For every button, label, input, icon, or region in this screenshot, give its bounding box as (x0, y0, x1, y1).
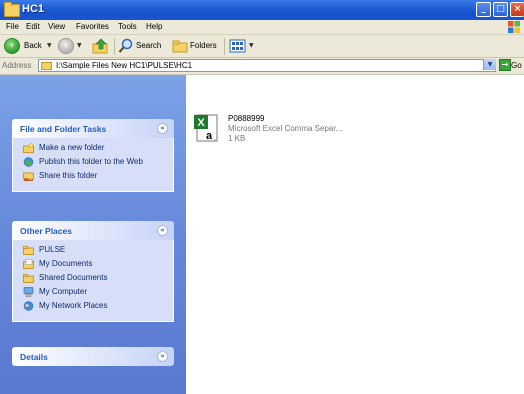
search-button[interactable]: Search (118, 38, 168, 54)
menu-favorites[interactable]: Favorites (76, 22, 109, 31)
address-input[interactable]: I:\Sample Files New HC1\PULSE\HC1 (38, 59, 496, 72)
details-panel: Details » (12, 347, 174, 366)
windows-logo-icon (508, 21, 520, 33)
up-folder-icon (92, 38, 108, 54)
back-button[interactable]: ‹ Back ▼ (4, 38, 54, 54)
place-label: My Documents (39, 259, 93, 268)
place-label: My Computer (39, 287, 88, 296)
task-make-new-folder[interactable]: Make a new folder (23, 143, 167, 154)
file-type: Microsoft Excel Comma Separ... (228, 124, 343, 133)
address-bar: Address I:\Sample Files New HC1\PULSE\HC… (0, 58, 524, 75)
views-icon (229, 39, 246, 53)
panel-body: Make a new folder Publish this folder to… (12, 138, 174, 192)
shared-documents-icon (23, 274, 34, 283)
task-publish-folder[interactable]: Publish this folder to the Web (23, 157, 167, 168)
task-label: Share this folder (39, 171, 98, 180)
go-button[interactable]: Go (511, 61, 522, 70)
svg-text:X: X (197, 117, 205, 129)
place-label: My Network Places (39, 301, 108, 310)
folder-icon (4, 2, 20, 17)
place-pulse[interactable]: PULSE (23, 245, 167, 256)
title-bar[interactable]: HC1 _ □ × (0, 0, 524, 20)
expand-chevron-icon[interactable]: » (157, 351, 168, 362)
place-my-computer[interactable]: My Computer (23, 287, 167, 298)
back-arrow-icon: ‹ (4, 38, 20, 54)
address-label: Address (2, 61, 32, 70)
menu-bar: File Edit View Favorites Tools Help (0, 20, 524, 35)
folders-label: Folders (190, 41, 217, 50)
menu-tools[interactable]: Tools (118, 22, 137, 31)
collapse-chevron-icon[interactable]: « (157, 123, 168, 134)
up-folder-button[interactable] (92, 38, 110, 54)
task-label: Publish this folder to the Web (39, 157, 143, 166)
network-places-icon (23, 301, 34, 311)
views-button[interactable]: ▼ (229, 38, 257, 54)
chevron-down-icon: ▼ (249, 42, 254, 49)
window-title: HC1 (22, 3, 45, 15)
collapse-chevron-icon[interactable]: « (157, 225, 168, 236)
forward-arrow-icon: › (58, 38, 74, 54)
publish-web-icon (23, 157, 34, 167)
toolbar-separator (114, 38, 115, 55)
place-label: PULSE (39, 245, 66, 254)
minimize-button[interactable]: _ (476, 2, 491, 17)
close-button[interactable]: × (510, 2, 524, 17)
folders-icon (172, 40, 188, 53)
file-item[interactable]: X a , P0888999 Microsoft Excel Comma Sep… (194, 113, 384, 153)
menu-view[interactable]: View (48, 22, 65, 31)
my-documents-icon (23, 259, 34, 269)
panel-header[interactable]: Details » (12, 347, 174, 366)
file-name: P0888999 (228, 114, 265, 123)
search-icon (118, 38, 133, 53)
panel-title: File and Folder Tasks (20, 124, 107, 134)
place-shared-documents[interactable]: Shared Documents (23, 273, 167, 284)
panel-body: PULSE My Documents Shared Documents My C… (12, 240, 174, 322)
svg-text:a: a (206, 130, 213, 142)
place-label: Shared Documents (39, 273, 108, 282)
my-computer-icon (23, 287, 34, 297)
chevron-down-icon: ▼ (77, 42, 82, 49)
task-pane: File and Folder Tasks « Make a new folde… (0, 75, 186, 394)
address-value: I:\Sample Files New HC1\PULSE\HC1 (56, 61, 193, 70)
go-arrow-icon[interactable]: → (499, 59, 511, 71)
panel-header[interactable]: Other Places « (12, 221, 174, 240)
maximize-button[interactable]: □ (493, 2, 508, 17)
place-my-network-places[interactable]: My Network Places (23, 301, 167, 312)
panel-title: Other Places (20, 226, 72, 236)
folder-icon (41, 62, 52, 70)
file-folder-tasks-panel: File and Folder Tasks « Make a new folde… (12, 119, 174, 192)
panel-header[interactable]: File and Folder Tasks « (12, 119, 174, 138)
chevron-down-icon: ▼ (47, 42, 52, 49)
task-share-folder[interactable]: Share this folder (23, 171, 167, 182)
other-places-panel: Other Places « PULSE My Documents Shared… (12, 221, 174, 322)
folders-button[interactable]: Folders (172, 38, 222, 54)
menu-edit[interactable]: Edit (26, 22, 40, 31)
place-my-documents[interactable]: My Documents (23, 259, 167, 270)
toolbar-separator (224, 38, 225, 55)
file-list-area[interactable]: X a , P0888999 Microsoft Excel Comma Sep… (186, 75, 524, 394)
menu-file[interactable]: File (6, 22, 19, 31)
new-folder-icon (23, 143, 34, 153)
toolbar: ‹ Back ▼ › ▼ Search Folders ▼ (0, 35, 524, 58)
address-dropdown-button[interactable]: ▼ (483, 59, 496, 70)
folder-icon (23, 246, 34, 255)
panel-title: Details (20, 352, 48, 362)
file-size: 1 KB (228, 134, 246, 143)
task-label: Make a new folder (39, 143, 105, 152)
forward-button[interactable]: › ▼ (58, 38, 86, 54)
back-label: Back (24, 41, 42, 50)
search-label: Search (136, 41, 162, 50)
excel-csv-icon: X a , (194, 114, 218, 142)
menu-help[interactable]: Help (146, 22, 162, 31)
share-folder-icon (23, 172, 34, 181)
